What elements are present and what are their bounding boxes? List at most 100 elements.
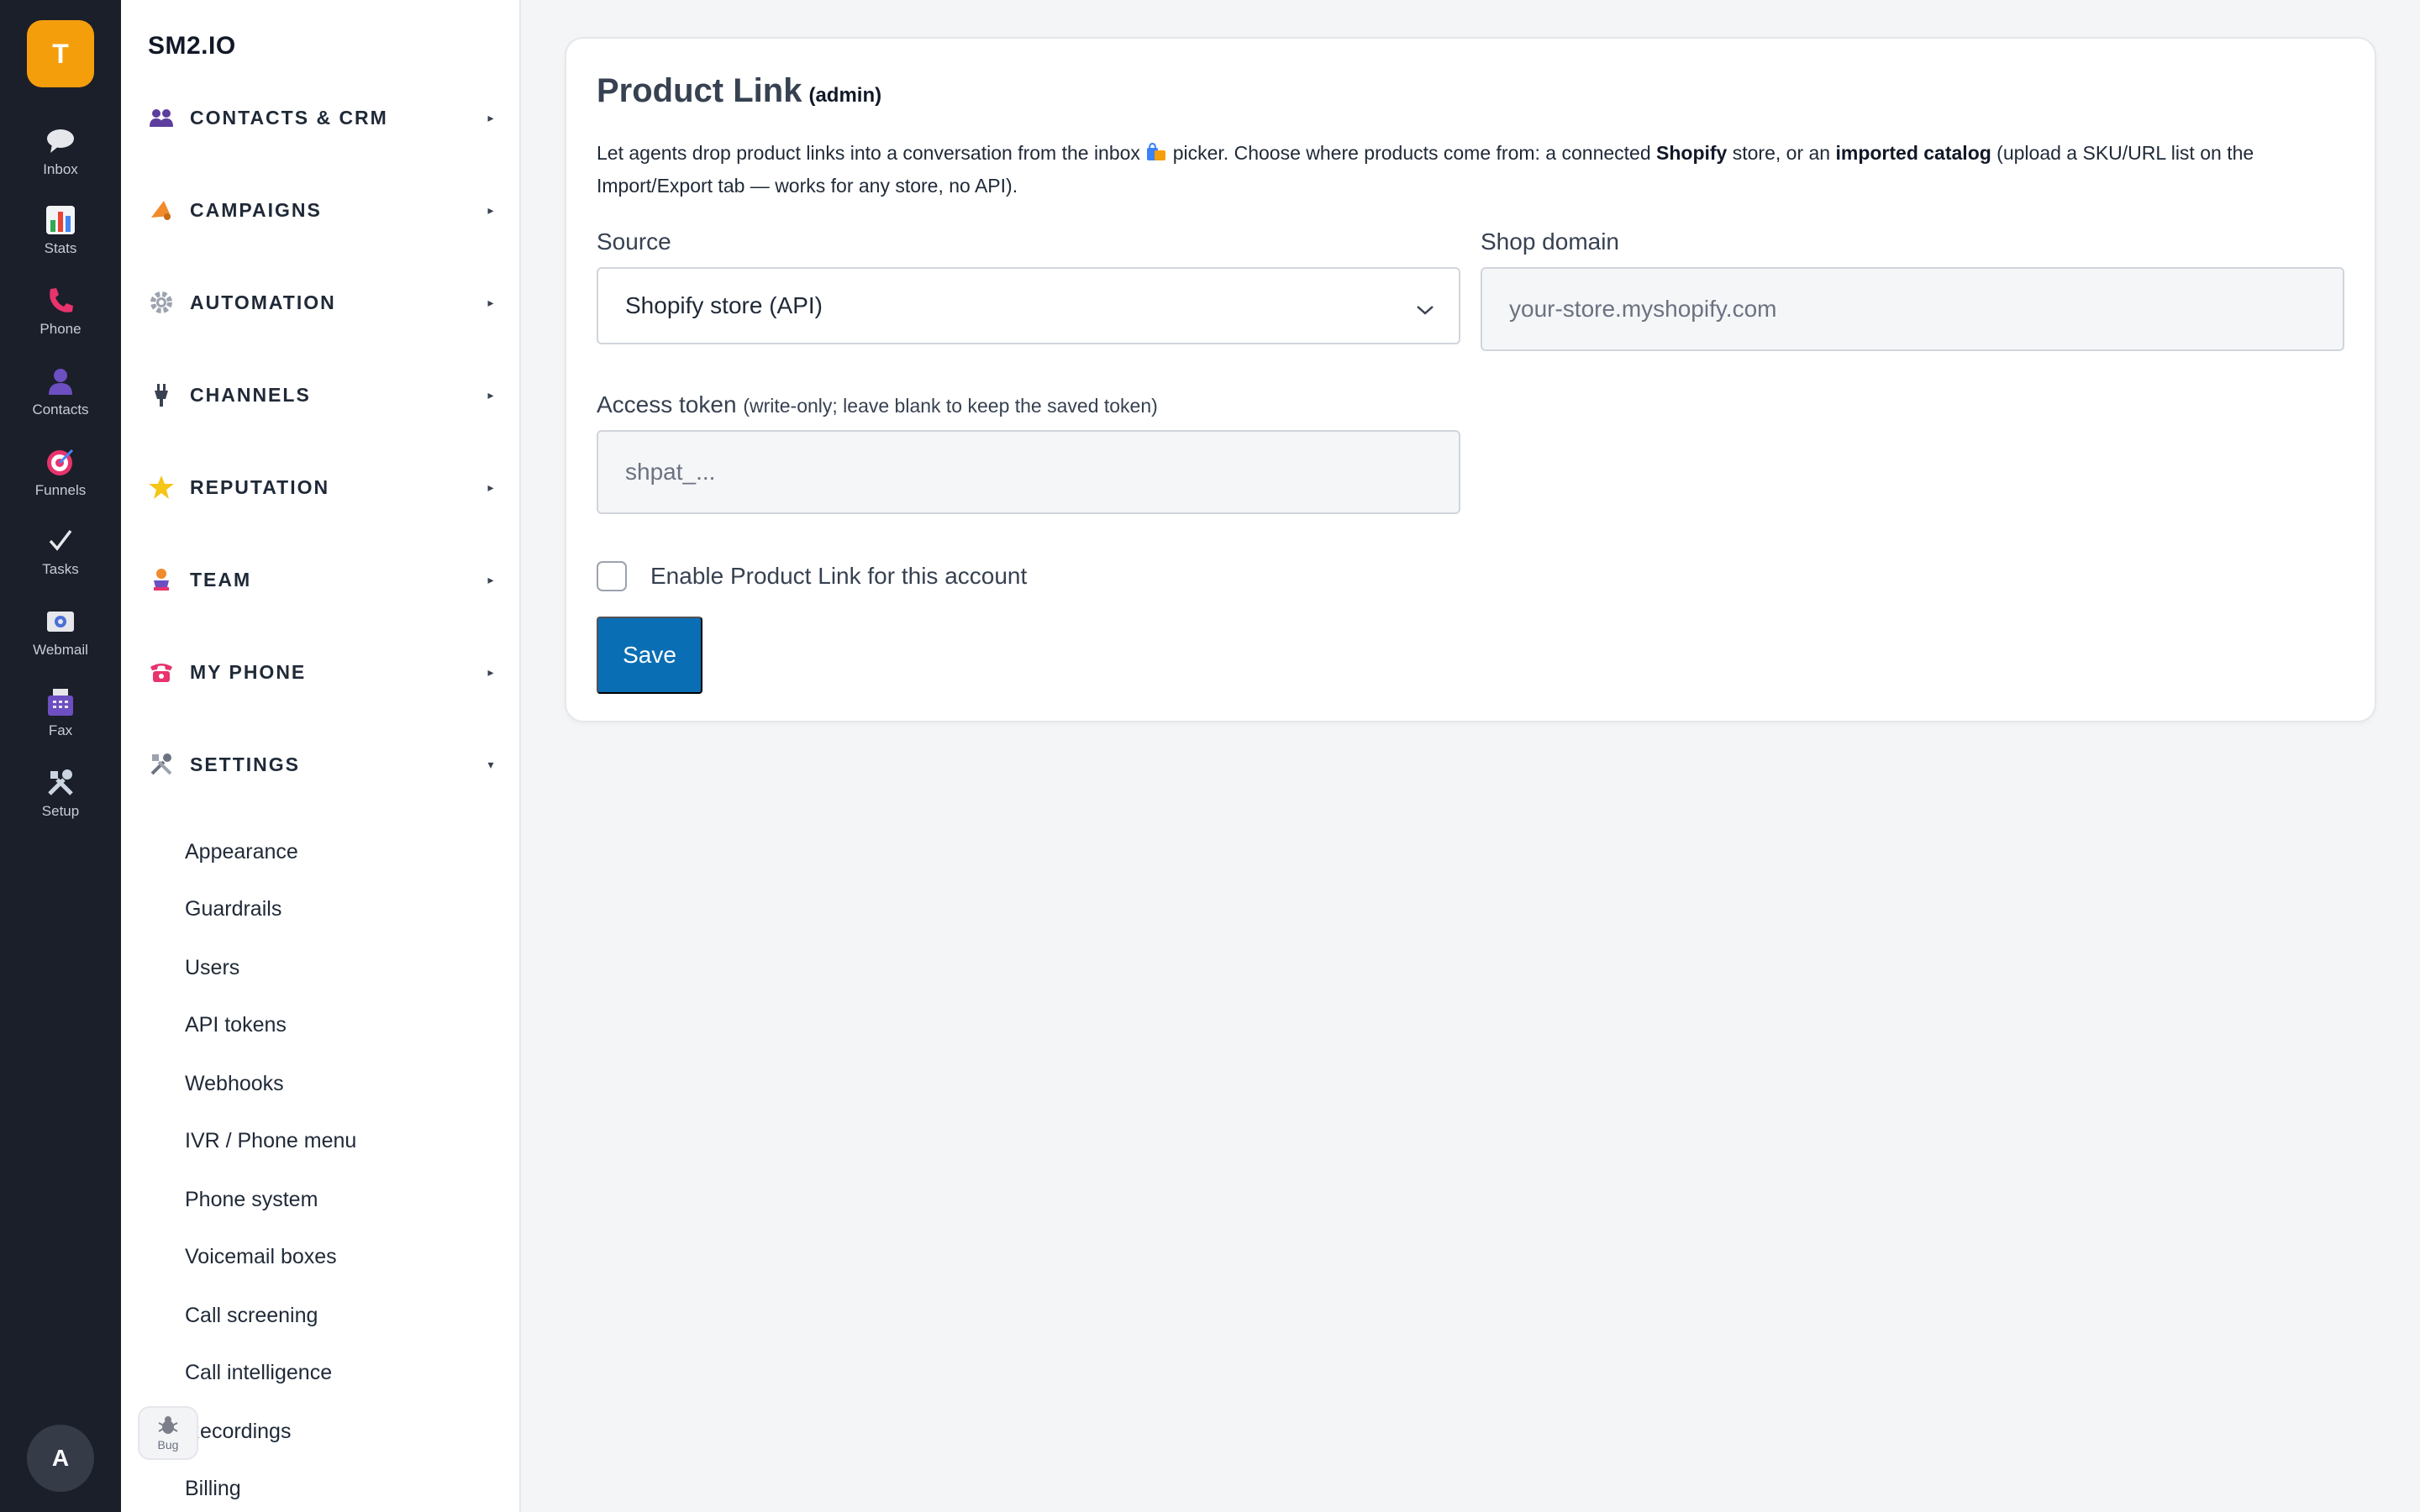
settings-item-api-tokens[interactable]: API tokens [185,1013,287,1037]
nav-section-team[interactable]: TEAM ▸ [146,554,499,605]
megaphone-icon [146,195,176,225]
shop-domain-input[interactable]: your-store.myshopify.com [1481,267,2344,351]
nav-section-label: AUTOMATION [190,291,336,313]
nav-section-label: MY PHONE [190,660,307,683]
settings-item-webhooks[interactable]: Webhooks [185,1072,284,1096]
rail-label: Phone [39,321,82,337]
chevron-right-icon: ▸ [487,295,494,309]
user-avatar[interactable]: A [27,1425,94,1492]
rail-item-stats[interactable]: Stats [0,203,121,277]
desc-part: picker. Choose where products come from:… [1167,142,1657,164]
telephone-icon [146,657,176,687]
title-text: Product Link [597,72,802,109]
source-selected-value: Shopify store (API) [625,292,823,318]
nav-section-label: TEAM [190,568,252,591]
rail-label: Setup [41,803,80,819]
settings-item-recordings[interactable]: Recordings [185,1420,291,1444]
rail-label: Contacts [32,402,89,417]
nav-section-my-phone[interactable]: MY PHONE ▸ [146,647,499,697]
desc-bold-shopify: Shopify [1656,142,1728,164]
trophy-icon [146,564,176,595]
chevron-right-icon: ▸ [487,202,494,217]
bug-icon [156,1415,180,1438]
nav-section-campaigns[interactable]: CAMPAIGNS ▸ [146,185,499,235]
settings-item-ivr-phone-menu[interactable]: IVR / Phone menu [185,1129,356,1153]
bug-label: Bug [157,1437,179,1452]
rail-item-phone[interactable]: Phone [0,284,121,358]
rail-item-inbox[interactable]: Inbox [0,124,121,198]
settings-item-billing[interactable]: Billing [185,1477,241,1501]
nav-section-automation[interactable]: AUTOMATION ▸ [146,277,499,328]
nav-sidebar: SM2.IO CONTACTS & CRM ▸ CAMPAIGNS ▸ AUTO… [121,0,521,1512]
settings-item-call-intelligence[interactable]: Call intelligence [185,1361,332,1385]
rail-item-setup[interactable]: Setup [0,766,121,840]
people-icon [146,102,176,133]
chevron-right-icon: ▸ [487,110,494,124]
shop-domain-label: Shop domain [1481,228,1620,255]
tools-icon [146,749,176,780]
speech-bubble-icon [44,124,77,158]
enable-product-link-row[interactable]: Enable Product Link for this account [597,561,1027,591]
nav-section-channels[interactable]: CHANNELS ▸ [146,370,499,420]
settings-item-phone-system[interactable]: Phone system [185,1188,318,1212]
admin-tag: (admin) [808,84,882,107]
settings-item-guardrails[interactable]: Guardrails [185,897,281,921]
bug-report-button[interactable]: Bug [138,1406,198,1460]
source-select[interactable]: Shopify store (API) [597,267,1460,344]
app-root: T Inbox Stats Phone Contacts Funnels Tas… [0,0,2420,1512]
settings-item-call-screening[interactable]: Call screening [185,1304,318,1328]
access-token-placeholder: shpat_... [625,459,716,485]
nav-section-label: REPUTATION [190,475,330,498]
access-token-hint: (write-only; leave blank to keep the sav… [743,395,1158,417]
nav-section-label: CONTACTS & CRM [190,106,388,129]
star-icon [146,472,176,502]
bar-chart-icon [44,203,77,237]
chevron-right-icon: ▸ [487,572,494,586]
rail-label: Funnels [34,482,87,498]
nav-section-label: CAMPAIGNS [190,198,322,221]
shopping-bags-icon [1145,140,1167,171]
chevron-right-icon: ▸ [487,664,494,679]
nav-section-contacts-crm[interactable]: CONTACTS & CRM ▸ [146,92,499,143]
access-token-label-text: Access token [597,391,737,417]
save-button[interactable]: Save [597,617,702,694]
target-icon [44,445,77,479]
workspace-logo[interactable]: T [27,20,94,87]
check-icon [44,524,77,558]
settings-item-appearance[interactable]: Appearance [185,840,298,864]
nav-section-reputation[interactable]: REPUTATION ▸ [146,462,499,512]
fax-icon [44,685,77,719]
chevron-down-icon: ▾ [487,757,494,771]
source-label: Source [597,228,671,255]
settings-item-users[interactable]: Users [185,956,239,980]
access-token-label: Access token (write-only; leave blank to… [597,391,1158,418]
gear-icon [146,287,176,318]
nav-section-settings[interactable]: SETTINGS ▾ [146,739,499,790]
rail-item-funnels[interactable]: Funnels [0,445,121,519]
nav-section-label: CHANNELS [190,383,311,406]
phone-icon [44,284,77,318]
icon-rail: T Inbox Stats Phone Contacts Funnels Tas… [0,0,121,1512]
rail-item-webmail[interactable]: Webmail [0,605,121,679]
rail-item-tasks[interactable]: Tasks [0,524,121,598]
product-link-card: Product Link (admin) Let agents drop prod… [565,37,2376,722]
access-token-input[interactable]: shpat_... [597,430,1460,514]
chevron-down-icon [1415,296,1435,323]
chevron-right-icon: ▸ [487,480,494,494]
settings-item-voicemail-boxes[interactable]: Voicemail boxes [185,1245,337,1269]
tools-icon [44,766,77,800]
person-icon [44,365,77,398]
description: Let agents drop product links into a con… [597,138,2353,201]
rail-label: Tasks [42,561,79,577]
rail-item-fax[interactable]: Fax [0,685,121,759]
rail-label: Stats [44,240,77,256]
desc-part: store, or an [1727,142,1836,164]
rail-item-contacts[interactable]: Contacts [0,365,121,438]
chevron-right-icon: ▸ [487,387,494,402]
desc-part: Let agents drop product links into a con… [597,142,1146,164]
enable-product-link-label: Enable Product Link for this account [650,563,1028,589]
brand-name: SM2.IO [148,32,236,60]
nav-section-label: SETTINGS [190,753,301,775]
enable-product-link-checkbox[interactable] [597,561,627,591]
rail-label: Webmail [33,642,88,658]
